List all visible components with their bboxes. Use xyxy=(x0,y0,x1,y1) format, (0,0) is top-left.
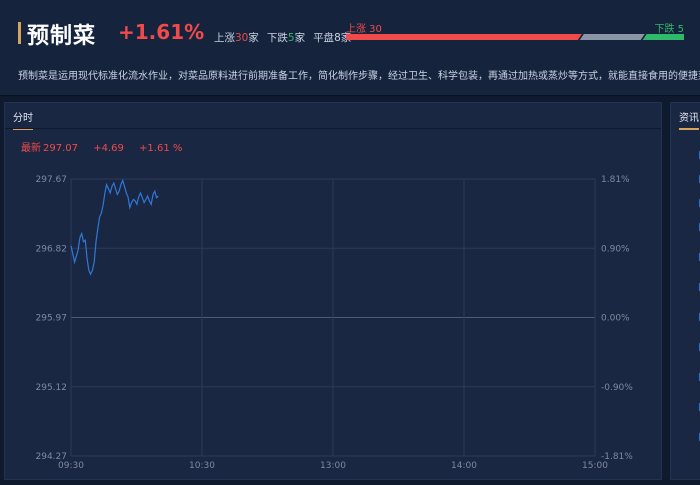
y-tick-label-right: 1.81% xyxy=(601,175,630,185)
latest-price: 最新 297.07 xyxy=(21,143,78,154)
up-label: 上涨 xyxy=(214,32,235,44)
sector-header: 预制菜 +1.61% 上涨30家下跌5家平盘8家 上涨 30 下跌 5 预制菜是… xyxy=(0,0,700,96)
price-change-pct: +1.61 % xyxy=(139,143,183,154)
chart-grid xyxy=(70,178,596,457)
x-tick-label: 09:30 xyxy=(58,461,84,471)
down-count: 5 xyxy=(287,32,295,44)
sector-title: 预制菜 xyxy=(27,24,97,49)
panel-divider xyxy=(5,128,661,129)
y-tick-label-right: -0.90% xyxy=(601,383,633,393)
tab-news[interactable]: 资讯 xyxy=(679,109,699,130)
adv-bar-flat-segment xyxy=(579,34,645,40)
x-tick-label: 15:00 xyxy=(582,461,608,471)
down-label: 下跌 xyxy=(266,32,288,44)
up-count: 30 xyxy=(235,32,249,44)
tab-intraday[interactable]: 分时 xyxy=(13,109,33,130)
adv-bar-svg xyxy=(346,34,684,40)
news-panel: 资讯 xyxy=(670,102,700,480)
breadth-counts: 上涨30家下跌5家平盘8家 xyxy=(214,30,351,45)
sector-change-pct: +1.61% xyxy=(118,20,205,44)
y-tick-label-left: 295.12 xyxy=(36,383,68,393)
y-tick-label-left: 297.67 xyxy=(36,175,68,185)
latest-label: 最新 xyxy=(21,143,41,154)
y-axis-right: 1.81%0.90%0.00%-0.90%-1.81% xyxy=(601,175,633,462)
sector-description: 预制菜是运用现代标准化流水作业，对菜品原料进行前期准备工作，简化制作步骤，经过卫… xyxy=(18,71,700,82)
y-tick-label-left: 296.82 xyxy=(36,244,68,254)
latest-value: 297.07 xyxy=(43,143,78,154)
advance-decline-bar: 上涨 30 下跌 5 xyxy=(346,20,684,42)
flat-count: 8 xyxy=(334,32,341,44)
x-tick-label: 13:00 xyxy=(320,461,346,471)
title-accent-bar xyxy=(18,22,21,44)
intraday-panel: 分时 最新 297.07 +4.69 +1.61 % 297.67 296.82 29… xyxy=(4,102,662,480)
y-tick-label-right: 0.90% xyxy=(601,244,630,254)
adv-bar-down-segment xyxy=(642,34,684,40)
flat-label: 平盘 xyxy=(313,32,335,44)
x-tick-label: 10:30 xyxy=(189,461,215,471)
price-change: +4.69 xyxy=(93,143,124,154)
up-unit: 家 xyxy=(248,32,259,44)
y-tick-label-left: 295.97 xyxy=(36,314,68,324)
price-series-line xyxy=(70,178,159,276)
adv-bar-up-segment xyxy=(346,34,582,40)
intraday-chart: 297.67296.82295.97295.12294.27 1.81%0.90… xyxy=(36,175,634,471)
x-axis: 09:30 10:30 13:00 14:00 15:00 xyxy=(58,461,608,471)
y-axis-left: 297.67296.82295.97295.12294.27 xyxy=(36,175,68,462)
x-tick-label: 14:00 xyxy=(451,461,477,471)
y-tick-label-right: 0.00% xyxy=(601,314,630,324)
quote-line: 最新 297.07 +4.69 +1.61 % xyxy=(21,139,194,154)
down-unit: 家 xyxy=(294,32,306,44)
